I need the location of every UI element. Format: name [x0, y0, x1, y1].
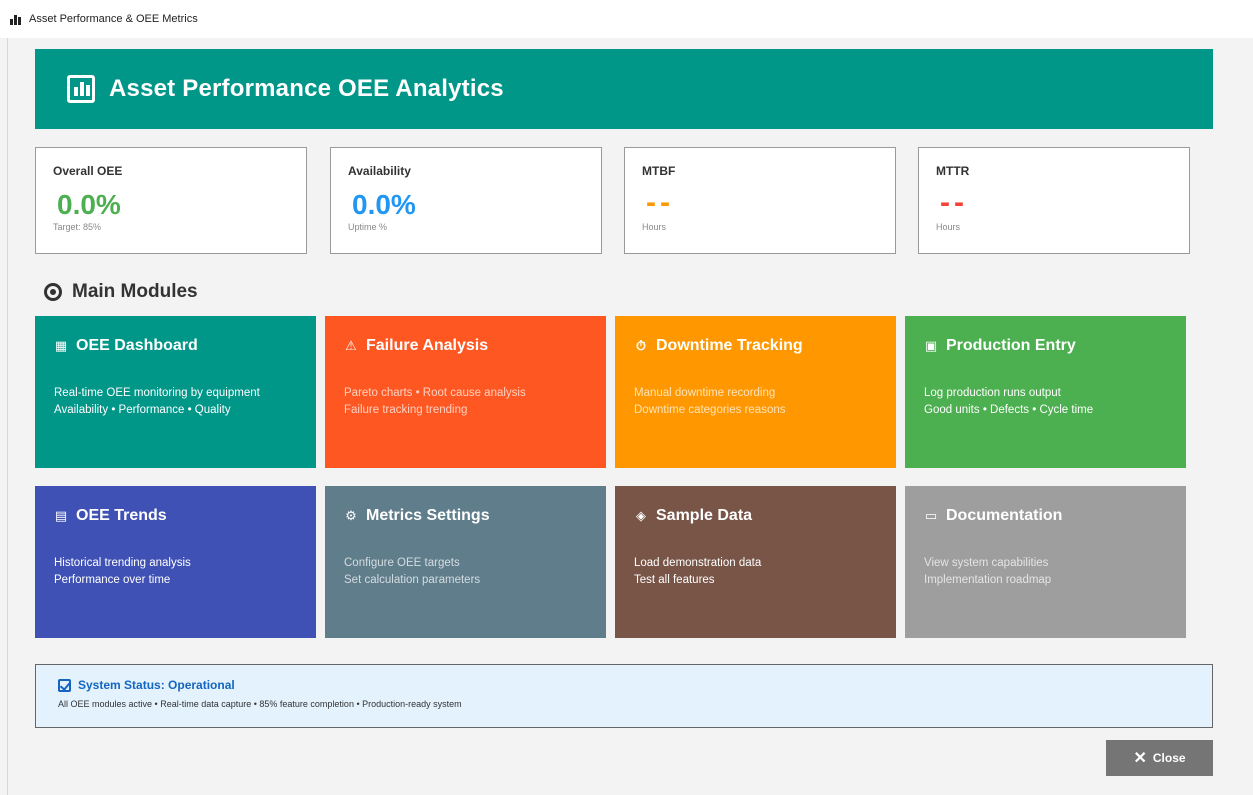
module-tile-oee-dashboard[interactable]: ▦ OEE Dashboard Real-time OEE monitoring …: [35, 316, 316, 468]
module-tile-production-entry[interactable]: ▣ Production Entry Log production runs ou…: [905, 316, 1186, 468]
section-title: Main Modules: [44, 281, 198, 303]
module-title: Sample Data: [656, 507, 753, 524]
metric-label: Availability: [348, 164, 411, 178]
metric-card-mttr: MTTR -- Hours: [918, 147, 1190, 254]
metric-subtext: Uptime %: [348, 222, 388, 232]
close-button[interactable]: ✕ Close: [1106, 740, 1213, 776]
section-title-text: Main Modules: [72, 281, 198, 302]
module-title: Downtime Tracking: [656, 337, 803, 354]
module-tile-oee-trends[interactable]: ▤ OEE Trends Historical trending analysis…: [35, 486, 316, 638]
metric-card-availability: Availability 0.0% Uptime %: [330, 147, 602, 254]
module-desc-line: Failure tracking trending: [344, 404, 468, 416]
warning-icon: ⚠: [345, 338, 357, 353]
module-tile-downtime-tracking[interactable]: ⏱ Downtime Tracking Manual downtime recor…: [615, 316, 896, 468]
module-desc-line: Implementation roadmap: [924, 574, 1052, 586]
module-desc-line: Configure OEE targets: [344, 557, 460, 569]
trend-chart-icon: ▤: [54, 508, 68, 523]
metric-subtext: Hours: [936, 222, 961, 232]
clipboard-icon: ▣: [924, 338, 938, 353]
close-icon: ✕: [1133, 750, 1147, 767]
module-tile-failure-analysis[interactable]: ⚠ Failure Analysis Pareto charts • Root c…: [325, 316, 606, 468]
module-desc-line: View system capabilities: [924, 557, 1049, 569]
module-tile-sample-data[interactable]: ◈ Sample Data Load demonstration data Test…: [615, 486, 896, 638]
module-desc-line: Pareto charts • Root cause analysis: [344, 387, 526, 399]
module-title: Production Entry: [946, 337, 1076, 354]
metric-label: Overall OEE: [53, 164, 123, 178]
module-title: Metrics Settings: [366, 507, 490, 524]
module-title: Failure Analysis: [366, 337, 489, 354]
check-icon: [58, 678, 71, 692]
module-desc-line: Availability • Performance • Quality: [54, 404, 231, 416]
stopwatch-icon: ⏱: [635, 338, 647, 353]
target-icon: [44, 283, 62, 301]
package-icon: ◈: [636, 508, 646, 523]
system-status-panel: System Status: Operational All OEE modul…: [35, 664, 1213, 728]
module-desc-line: Test all features: [634, 574, 715, 586]
module-desc-line: Good units • Defects • Cycle time: [924, 404, 1094, 416]
page-title: Asset Performance OEE Analytics: [109, 75, 504, 102]
module-desc-line: Set calculation parameters: [344, 574, 481, 586]
module-title: Documentation: [946, 507, 1063, 524]
module-desc-line: Load demonstration data: [634, 557, 762, 569]
window-titlebar: Asset Performance & OEE Metrics: [0, 0, 1253, 38]
metric-card-overall-oee: Overall OEE 0.0% Target: 85%: [35, 147, 307, 254]
metric-value: --: [646, 186, 674, 219]
module-desc-line: Manual downtime recording: [634, 387, 776, 399]
metric-label: MTTR: [936, 164, 970, 178]
status-text: All OEE modules active • Real-time data …: [58, 699, 462, 709]
module-desc-line: Historical trending analysis: [54, 557, 191, 569]
chart-icon: ▦: [54, 338, 68, 353]
status-title: System Status: Operational: [78, 678, 235, 692]
module-desc-line: Downtime categories reasons: [634, 404, 786, 416]
metric-value: --: [940, 186, 968, 219]
page-header: Asset Performance OEE Analytics: [35, 49, 1213, 129]
metric-label: MTBF: [642, 164, 676, 178]
module-desc-line: Log production runs output: [924, 387, 1061, 399]
metric-subtext: Hours: [642, 222, 667, 232]
close-button-label: Close: [1152, 751, 1186, 765]
bar-chart-icon: [67, 75, 95, 103]
module-desc-line: Performance over time: [54, 574, 171, 586]
metric-card-mtbf: MTBF -- Hours: [624, 147, 896, 254]
window-title: Asset Performance & OEE Metrics: [29, 13, 198, 25]
metric-subtext: Target: 85%: [53, 222, 102, 232]
book-icon: ▭: [924, 508, 938, 523]
module-title: OEE Trends: [76, 507, 167, 524]
module-title: OEE Dashboard: [76, 337, 198, 354]
module-tile-metrics-settings[interactable]: ⚙ Metrics Settings Configure OEE targets S…: [325, 486, 606, 638]
metric-value: 0.0%: [352, 189, 416, 220]
module-desc-line: Real-time OEE monitoring by equipment: [54, 387, 260, 399]
gear-icon: ⚙: [345, 508, 357, 523]
app-icon: [10, 13, 23, 25]
module-tile-documentation[interactable]: ▭ Documentation View system capabilities I…: [905, 486, 1186, 638]
window-border: [7, 38, 8, 795]
metric-value: 0.0%: [57, 189, 121, 220]
